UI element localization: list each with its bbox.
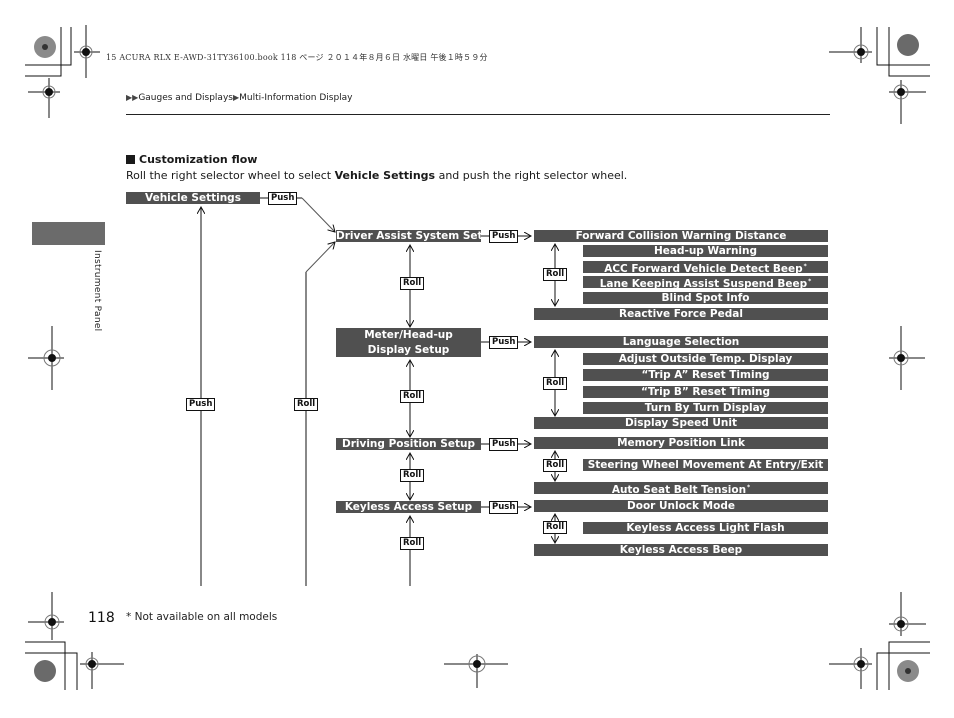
submenu-item[interactable]: Auto Seat Belt Tension*	[534, 482, 828, 494]
footnote: * Not available on all models	[126, 611, 278, 623]
crosshair-icon	[889, 80, 926, 124]
submenu-item[interactable]: Keyless Access Light Flash	[583, 522, 828, 534]
crosshair-icon	[28, 592, 64, 640]
submenu-item[interactable]: “Trip B” Reset Timing	[583, 386, 828, 398]
push-tag: Push	[489, 336, 519, 349]
roll-tag: Roll	[543, 268, 568, 281]
submenu-item[interactable]: “Trip A” Reset Timing	[583, 369, 828, 381]
footnote-marker: *	[747, 484, 751, 491]
print-target-icon	[897, 34, 919, 56]
print-target-icon	[34, 660, 56, 682]
submenu-item[interactable]: ACC Forward Vehicle Detect Beep*	[583, 261, 828, 273]
roll-tag: Roll	[400, 537, 425, 550]
submenu-item-label: Lane Keeping Assist Suspend Beep	[599, 278, 808, 288]
roll-tag: Roll	[400, 390, 425, 403]
menu-keyless-access-setup[interactable]: Keyless Access Setup	[336, 501, 481, 513]
page-number: 118	[88, 610, 115, 626]
connector-line	[305, 242, 335, 273]
roll-tag: Roll	[400, 469, 425, 482]
connector-line	[301, 197, 335, 232]
submenu-item[interactable]: Forward Collision Warning Distance	[534, 230, 828, 242]
footnote-marker: *	[808, 278, 812, 285]
crosshair-icon	[889, 326, 925, 390]
menu-driver-assist-system-setup[interactable]: Driver Assist System Setup	[336, 230, 481, 242]
submenu-item[interactable]: Adjust Outside Temp. Display	[583, 353, 828, 365]
crosshair-icon	[829, 648, 872, 689]
submenu-item[interactable]: Lane Keeping Assist Suspend Beep*	[583, 276, 828, 288]
submenu-item-label: ACC Forward Vehicle Detect Beep	[604, 263, 803, 273]
menu-vehicle-settings[interactable]: Vehicle Settings	[126, 192, 260, 204]
push-tag: Push	[489, 230, 519, 243]
footnote-marker: *	[803, 263, 807, 270]
crosshair-icon	[444, 654, 508, 688]
submenu-item-label: Auto Seat Belt Tension	[611, 484, 747, 494]
submenu-item[interactable]: Reactive Force Pedal	[534, 308, 828, 320]
crosshair-icon	[80, 652, 124, 689]
crosshair-icon	[74, 25, 100, 78]
submenu-item[interactable]: Language Selection	[534, 336, 828, 348]
roll-tag: Roll	[294, 398, 319, 411]
submenu-item[interactable]: Head-up Warning	[583, 245, 828, 257]
roll-tag: Roll	[400, 277, 425, 290]
push-tag: Push	[489, 438, 519, 451]
submenu-item[interactable]: Steering Wheel Movement At Entry/Exit	[583, 459, 828, 471]
menu-meter-head-up-display-setup[interactable]: Meter/Head-up Display Setup	[336, 328, 481, 357]
submenu-item[interactable]: Turn By Turn Display	[583, 402, 828, 414]
submenu-item[interactable]: Blind Spot Info	[583, 292, 828, 304]
submenu-item[interactable]: Display Speed Unit	[534, 417, 828, 429]
submenu-item[interactable]: Keyless Access Beep	[534, 544, 828, 556]
roll-tag: Roll	[543, 459, 568, 472]
roll-tag: Roll	[543, 377, 568, 390]
crosshair-icon	[889, 592, 926, 636]
menu-driving-position-setup[interactable]: Driving Position Setup	[336, 438, 481, 450]
crosshair-icon	[28, 78, 60, 118]
crosshair-icon	[829, 27, 872, 63]
push-tag: Push	[268, 192, 298, 205]
submenu-item[interactable]: Door Unlock Mode	[534, 500, 828, 512]
roll-tag: Roll	[543, 521, 568, 534]
push-tag: Push	[489, 501, 519, 514]
push-tag: Push	[186, 398, 216, 411]
crosshair-icon	[28, 326, 64, 390]
submenu-item[interactable]: Memory Position Link	[534, 437, 828, 449]
